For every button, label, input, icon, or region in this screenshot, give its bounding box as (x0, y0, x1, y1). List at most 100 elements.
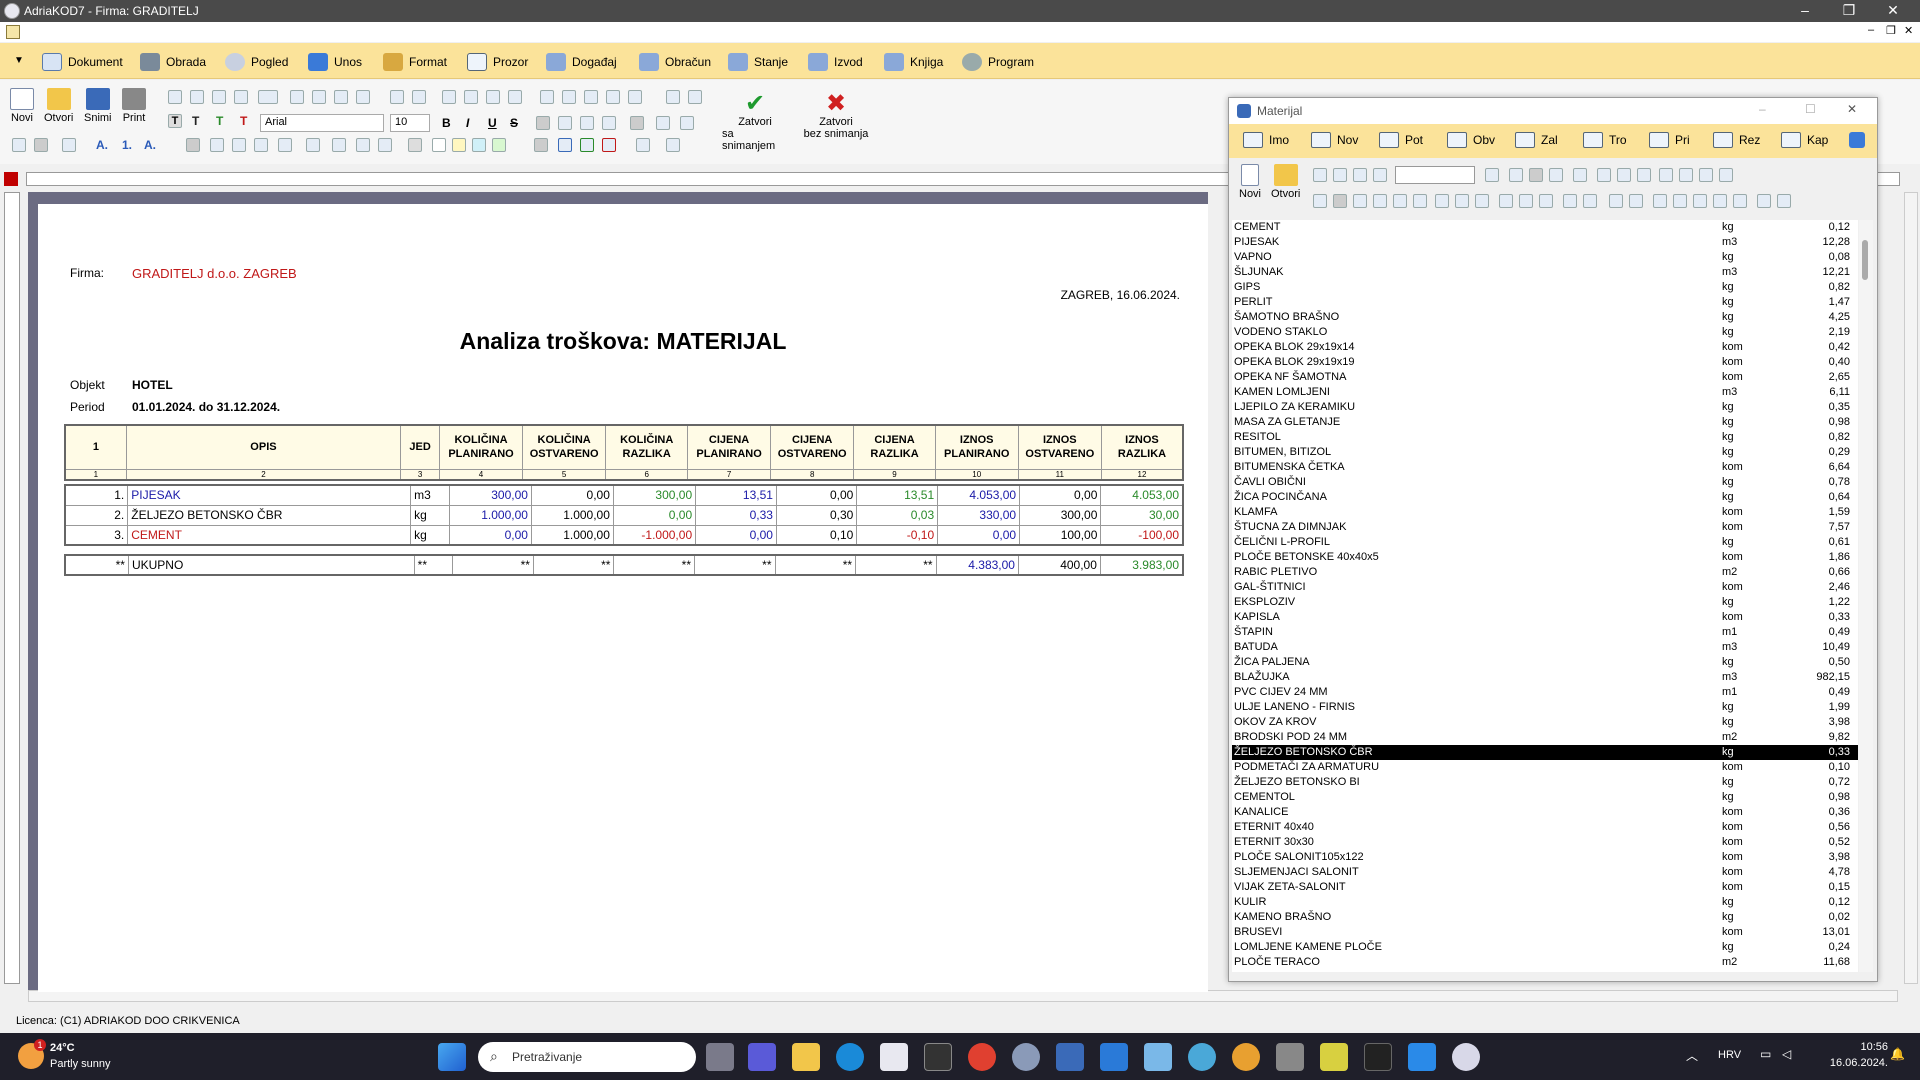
car-icon[interactable] (562, 90, 576, 104)
list-item[interactable]: LJEPILO ZA KERAMIKU kg 0,35 (1232, 400, 1858, 415)
frame4-icon[interactable] (378, 138, 392, 152)
copy-icon[interactable] (312, 90, 326, 104)
list-item[interactable]: PODMETAČI ZA ARMATURU kom 0,10 (1232, 760, 1858, 775)
people-icon[interactable] (1609, 194, 1623, 208)
search-icon[interactable] (464, 90, 478, 104)
window2-icon[interactable] (1583, 194, 1597, 208)
list-item[interactable]: VIJAK ZETA-SALONIT kom 0,15 (1232, 880, 1858, 895)
zoom-icon[interactable] (190, 90, 204, 104)
tab-tro[interactable]: Tro (1583, 132, 1627, 148)
bold-button[interactable]: B (442, 116, 451, 130)
delete-icon[interactable] (356, 90, 370, 104)
edge-icon[interactable] (836, 1043, 864, 1071)
list-item[interactable]: PIJESAK m3 12,28 (1232, 235, 1858, 250)
grid2-icon[interactable] (1333, 194, 1347, 208)
open-button[interactable]: Otvori (44, 88, 73, 124)
tab-pot[interactable]: Pot (1379, 132, 1423, 148)
list-item[interactable]: ŠAMOTNO BRAŠNO kg 4,25 (1232, 310, 1858, 325)
menu-obrada[interactable]: Obrada (140, 51, 206, 73)
adriakod-icon[interactable] (1452, 1043, 1480, 1071)
mdi-close-icon[interactable]: ✕ (1904, 24, 1913, 37)
list-item[interactable]: RESITOL kg 0,82 (1232, 430, 1858, 445)
list-item[interactable]: PERLIT kg 1,47 (1232, 295, 1858, 310)
list-item[interactable]: ŽELJEZO BETONSKO ČBR kg 0,33 (1232, 745, 1858, 760)
import-icon[interactable] (1637, 168, 1651, 182)
valign-icon[interactable] (630, 116, 644, 130)
list1-icon[interactable] (186, 138, 200, 152)
letter-icon[interactable]: A. (144, 138, 156, 152)
new-button[interactable]: Novi (10, 88, 34, 124)
calendar-icon[interactable] (1475, 194, 1489, 208)
list-item[interactable]: BRUSEVI kom 13,01 (1232, 925, 1858, 940)
notification-icon[interactable]: 🔔 (1890, 1047, 1905, 1061)
border1-icon[interactable] (408, 138, 422, 152)
find-icon[interactable] (212, 90, 226, 104)
list-item[interactable]: PLOČE TERACO m2 11,68 (1232, 955, 1858, 970)
lorry-icon[interactable] (1733, 194, 1747, 208)
hand-icon[interactable] (1313, 194, 1327, 208)
down-icon[interactable] (1435, 194, 1449, 208)
print-button[interactable]: Print (122, 88, 146, 124)
list-item[interactable]: LOMLJENE KAMENE PLOČE kg 0,24 (1232, 940, 1858, 955)
sign-icon[interactable] (1563, 194, 1577, 208)
close-nosave-button[interactable]: ✖ Zatvori bez snimanja (800, 92, 872, 141)
text-style-icon[interactable]: T (192, 114, 199, 128)
truck-icon[interactable] (1373, 194, 1387, 208)
print-small-icon[interactable] (1653, 194, 1667, 208)
chart-icon[interactable] (1549, 168, 1563, 182)
question-icon[interactable] (1455, 194, 1469, 208)
menu-knjiga[interactable]: Knjiga (884, 51, 943, 73)
list-item[interactable]: ULJE LANENO - FIRNIS kg 1,99 (1232, 700, 1858, 715)
list-item[interactable]: ŽICA POCINČANA kg 0,64 (1232, 490, 1858, 505)
explorer-icon[interactable] (792, 1043, 820, 1071)
list4-icon[interactable] (254, 138, 268, 152)
blue-border-icon[interactable] (558, 138, 572, 152)
text-red-icon[interactable]: T (240, 114, 247, 128)
table-row[interactable]: 1. PIJESAK m3 300,00 0,00 300,00 13,51 0… (64, 484, 1184, 506)
binoculars-icon[interactable] (1485, 168, 1499, 182)
frame3-icon[interactable] (356, 138, 370, 152)
settings-icon[interactable] (1012, 1043, 1040, 1071)
list-item[interactable]: OPEKA BLOK 29x19x19 kom 0,40 (1232, 355, 1858, 370)
tray-chevron-icon[interactable]: ︿ (1686, 1047, 1698, 1064)
phone-icon[interactable] (1659, 168, 1673, 182)
list-item[interactable]: OPEKA NF ŠAMOTNA kom 2,65 (1232, 370, 1858, 385)
doc3-icon[interactable] (1539, 194, 1553, 208)
calc-icon[interactable] (1699, 168, 1713, 182)
format-icon[interactable] (540, 90, 554, 104)
list-item[interactable]: ŠLJUNAK m3 12,21 (1232, 265, 1858, 280)
cyan-fill-icon[interactable] (472, 138, 486, 152)
menu-unos[interactable]: Unos (308, 51, 362, 73)
tab-imo[interactable]: Imo (1243, 132, 1289, 148)
menu-izvod[interactable]: Izvod (808, 51, 863, 73)
list-item[interactable]: BRODSKI POD 24 MM m2 9,82 (1232, 730, 1858, 745)
paste-icon[interactable] (334, 90, 348, 104)
list-item[interactable]: VODENO STAKLO kg 2,19 (1232, 325, 1858, 340)
dollar-icon[interactable] (1573, 168, 1587, 182)
list-item[interactable]: BITUMEN, BITIZOL kg 0,29 (1232, 445, 1858, 460)
menu-program[interactable]: Program (962, 51, 1034, 73)
undo-icon[interactable] (1597, 168, 1611, 182)
tab-nov[interactable]: Nov (1311, 132, 1358, 148)
page-count-icon[interactable] (234, 90, 248, 104)
store-icon[interactable] (880, 1043, 908, 1071)
list-item[interactable]: PLOČE SALONIT105x122 kom 3,98 (1232, 850, 1858, 865)
material-maximize-icon[interactable]: ☐ (1805, 102, 1816, 116)
list-item[interactable]: KANALICE kom 0,36 (1232, 805, 1858, 820)
list-item[interactable]: ŠTAPIN m1 0,49 (1232, 625, 1858, 640)
list-item[interactable]: PLOČE BETONSKE 40x40x5 kom 1,86 (1232, 550, 1858, 565)
taskbar-search[interactable]: ⌕ Pretraživanje (478, 1042, 696, 1072)
house2-icon[interactable] (1713, 194, 1727, 208)
tab-obv[interactable]: Obv (1447, 132, 1495, 148)
list-item[interactable]: CEMENTOL kg 0,98 (1232, 790, 1858, 805)
font-a-icon[interactable]: A. (96, 138, 108, 152)
menu-dokument[interactable]: Dokument (42, 51, 123, 73)
tools-taskbar-icon[interactable] (1320, 1043, 1348, 1071)
tab-zal[interactable]: Zal (1515, 132, 1558, 148)
field-icon[interactable] (486, 90, 500, 104)
style1-icon[interactable] (12, 138, 26, 152)
menu-pogled[interactable]: Pogled (225, 51, 288, 73)
stack-icon[interactable] (1413, 194, 1427, 208)
material-open-button[interactable]: Otvori (1271, 164, 1300, 200)
text-green-icon[interactable]: T (216, 114, 223, 128)
